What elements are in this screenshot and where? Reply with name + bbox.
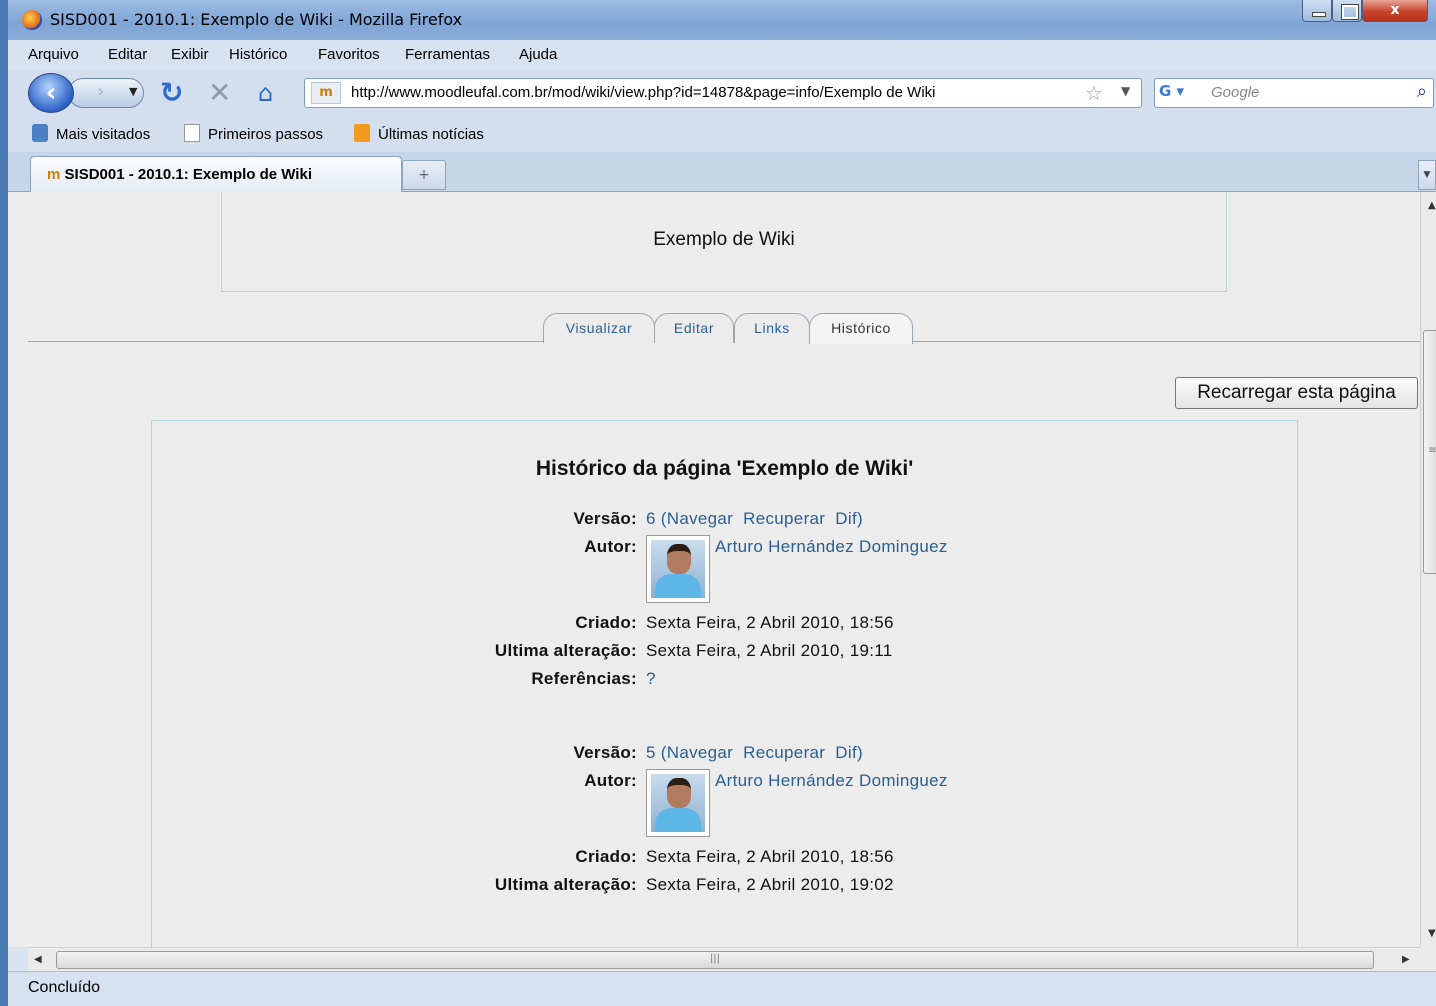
menu-editar[interactable]: Editar xyxy=(108,46,147,63)
title-bar: SISD001 - 2010.1: Exemplo de Wiki - Mozi… xyxy=(8,0,1436,40)
google-engine-icon[interactable]: G ▾ xyxy=(1159,82,1195,104)
history-panel: Histórico da página 'Exemplo de Wiki' Ve… xyxy=(151,420,1298,947)
vertical-scroll-thumb[interactable]: ≡ xyxy=(1423,330,1436,574)
diff-link[interactable]: Dif xyxy=(835,743,857,762)
scroll-left-icon[interactable]: ◀ xyxy=(34,954,42,965)
bookmark-ultimas-noticias[interactable]: Últimas notícias xyxy=(354,124,484,143)
avatar[interactable] xyxy=(646,535,710,603)
diff-link[interactable]: Dif xyxy=(835,509,857,528)
author-link[interactable]: Arturo Hernández Dominguez xyxy=(715,771,948,791)
horizontal-scrollbar[interactable]: ◀ ||| ▶ xyxy=(28,947,1420,971)
tab-visualizar[interactable]: Visualizar xyxy=(543,313,655,343)
url-dropdown-icon[interactable]: ▼ xyxy=(1121,84,1130,98)
navigation-toolbar: › ▼ ‹ ↻ ✕ ⌂ m http://www.moodleufal.com.b… xyxy=(8,70,1436,116)
bookmark-primeiros-passos[interactable]: Primeiros passos xyxy=(184,124,323,143)
scroll-down-icon[interactable]: ▼ xyxy=(1428,928,1436,939)
reload-icon[interactable]: ↻ xyxy=(160,76,183,109)
new-tab-button[interactable]: + xyxy=(402,160,446,190)
status-bar: Concluído xyxy=(8,971,1436,1006)
most-visited-icon xyxy=(32,124,48,142)
url-text[interactable]: http://www.moodleufal.com.br/mod/wiki/vi… xyxy=(351,84,935,101)
version-entry: 6 (Navegar Recuperar Dif) xyxy=(646,509,863,528)
vertical-scrollbar[interactable]: ▲ ≡ ▼ xyxy=(1420,192,1436,947)
home-icon[interactable]: ⌂ xyxy=(258,80,286,106)
author-link[interactable]: Arturo Hernández Dominguez xyxy=(715,537,948,557)
modified-value: Sexta Feira, 2 Abril 2010, 19:02 xyxy=(646,875,894,894)
tab-editar[interactable]: Editar xyxy=(654,313,734,343)
tab-strip: m SISD001 - 2010.1: Exemplo de Wiki + ▼ xyxy=(8,152,1436,192)
version-label: Versão: xyxy=(573,743,637,762)
window-title: SISD001 - 2010.1: Exemplo de Wiki - Mozi… xyxy=(50,10,463,29)
references-label: Referências: xyxy=(531,669,637,688)
scroll-right-icon[interactable]: ▶ xyxy=(1402,954,1410,965)
version-number-link[interactable]: 5 xyxy=(646,743,656,762)
forward-arrow-icon: › xyxy=(97,81,105,102)
menu-ferramentas[interactable]: Ferramentas xyxy=(405,46,490,63)
modified-label: Ultima alteração: xyxy=(494,875,637,894)
bookmark-mais-visitados[interactable]: Mais visitados xyxy=(32,124,150,143)
stop-icon[interactable]: ✕ xyxy=(208,76,231,109)
bookmarks-toolbar: Mais visitados Primeiros passos Últimas … xyxy=(8,116,1436,152)
search-icon[interactable]: ⌕ xyxy=(1417,81,1427,102)
rss-icon xyxy=(354,124,370,142)
menu-bar: Arquivo Editar Exibir Histórico Favorito… xyxy=(8,40,1436,70)
history-dropdown-icon[interactable]: ▼ xyxy=(129,85,137,98)
firefox-logo-icon xyxy=(22,10,42,30)
menu-historico[interactable]: Histórico xyxy=(229,46,287,63)
modified-label: Ultima alteração: xyxy=(494,641,637,660)
created-label: Criado: xyxy=(575,613,637,632)
bookmark-star-icon[interactable]: ☆ xyxy=(1085,81,1103,105)
created-value: Sexta Feira, 2 Abril 2010, 18:56 xyxy=(646,847,894,866)
version-label: Versão: xyxy=(573,509,637,528)
page-content: Exemplo de Wiki Visualizar Editar Links … xyxy=(8,192,1420,947)
author-label: Autor: xyxy=(584,537,637,556)
moodle-favicon-icon: m xyxy=(47,166,65,183)
navigate-link[interactable]: Navegar xyxy=(667,509,733,528)
menu-favoritos[interactable]: Favoritos xyxy=(318,46,380,63)
tab-links[interactable]: Links xyxy=(734,313,810,343)
browser-window: SISD001 - 2010.1: Exemplo de Wiki - Mozi… xyxy=(0,0,1436,1006)
maximize-button[interactable] xyxy=(1332,0,1362,22)
references-link[interactable]: ? xyxy=(646,669,656,689)
created-label: Criado: xyxy=(575,847,637,866)
back-button[interactable]: ‹ xyxy=(28,73,74,113)
scrollbar-corner xyxy=(1420,947,1436,971)
search-input[interactable]: Google xyxy=(1211,84,1259,101)
author-label: Autor: xyxy=(584,771,637,790)
tab-title: m SISD001 - 2010.1: Exemplo de Wiki xyxy=(47,166,312,183)
close-button[interactable]: x xyxy=(1362,0,1428,22)
tab-list-dropdown-icon[interactable]: ▼ xyxy=(1418,160,1436,190)
status-text: Concluído xyxy=(28,979,101,996)
restore-link[interactable]: Recuperar xyxy=(743,743,825,762)
page-icon xyxy=(184,124,200,142)
url-bar[interactable]: m http://www.moodleufal.com.br/mod/wiki/… xyxy=(304,78,1142,108)
restore-link[interactable]: Recuperar xyxy=(743,509,825,528)
search-box[interactable]: G ▾ Google ⌕ xyxy=(1154,78,1434,108)
avatar[interactable] xyxy=(646,769,710,837)
version-number-link[interactable]: 6 xyxy=(646,509,656,528)
created-value: Sexta Feira, 2 Abril 2010, 18:56 xyxy=(646,613,894,632)
version-entry: 5 (Navegar Recuperar Dif) xyxy=(646,743,863,762)
page-title: Exemplo de Wiki xyxy=(653,229,795,250)
tab-active[interactable]: m SISD001 - 2010.1: Exemplo de Wiki xyxy=(30,156,402,192)
forward-button[interactable]: › ▼ xyxy=(68,78,144,108)
minimize-button[interactable] xyxy=(1302,0,1332,22)
horizontal-scroll-thumb[interactable]: ||| xyxy=(56,951,1374,969)
scroll-up-icon[interactable]: ▲ xyxy=(1428,200,1436,211)
history-title: Histórico da página 'Exemplo de Wiki' xyxy=(535,457,914,480)
tab-historico[interactable]: Histórico xyxy=(809,313,913,344)
site-favicon-icon[interactable]: m xyxy=(311,82,341,104)
reload-page-button[interactable]: Recarregar esta página xyxy=(1175,377,1418,409)
modified-value: Sexta Feira, 2 Abril 2010, 19:11 xyxy=(646,641,893,660)
menu-exibir[interactable]: Exibir xyxy=(171,46,209,63)
menu-arquivo[interactable]: Arquivo xyxy=(28,46,79,63)
menu-ajuda[interactable]: Ajuda xyxy=(519,46,557,63)
course-header: Exemplo de Wiki xyxy=(221,192,1227,292)
navigate-link[interactable]: Navegar xyxy=(667,743,733,762)
